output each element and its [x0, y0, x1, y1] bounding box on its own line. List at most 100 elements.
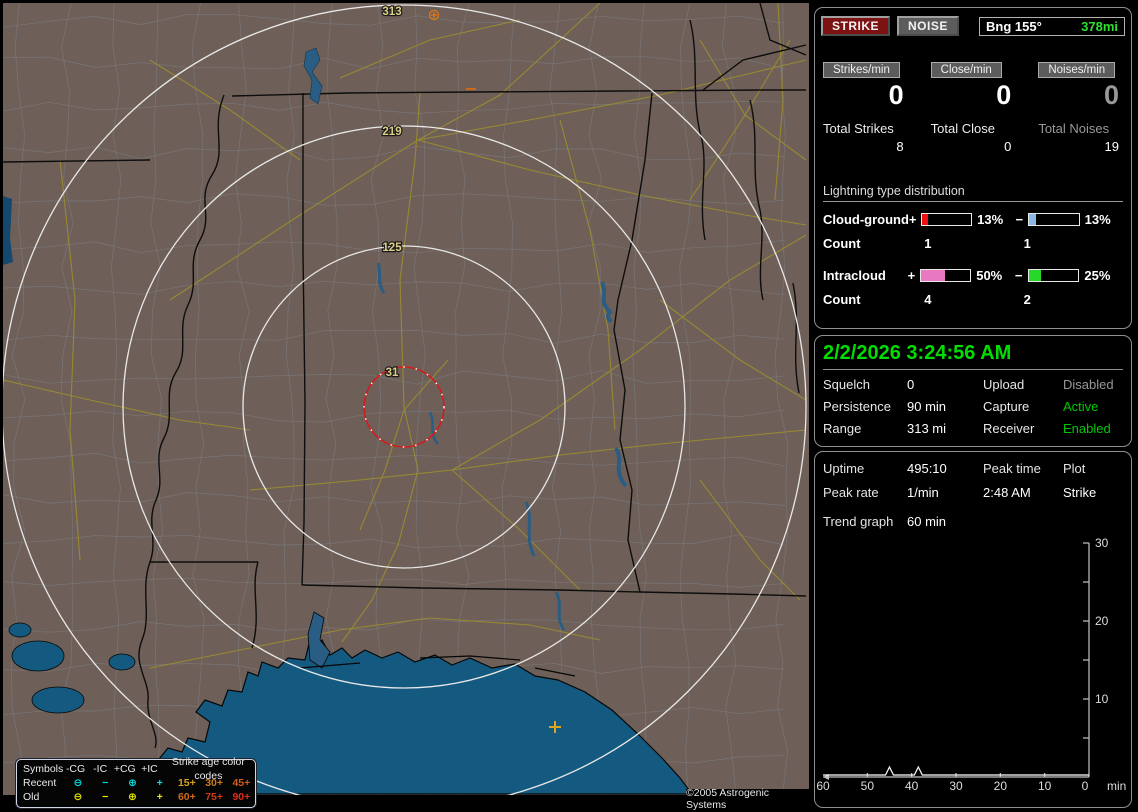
svg-text:10: 10	[1095, 692, 1109, 706]
strikes-per-min-button[interactable]: Strikes/min	[823, 62, 900, 78]
ic-negative-count: 2	[1023, 292, 1031, 307]
range-label: Range	[823, 421, 862, 436]
svg-text:20: 20	[994, 779, 1008, 793]
capture-status: Active	[1063, 399, 1099, 414]
total-close-value: 0	[1004, 139, 1012, 154]
squelch-label: Squelch	[823, 377, 870, 392]
strike-stats-panel: STRIKE NOISE Bng 155° 378mi Strikes/min …	[814, 7, 1132, 329]
map-area[interactable]: 313 219 125 31 Symbols -CG -IC +CG +IC S…	[3, 3, 812, 811]
noise-mode-button[interactable]: NOISE	[897, 16, 959, 36]
count-label: Count	[823, 236, 861, 251]
legend-header-ncg: -CG	[65, 763, 86, 775]
intracloud-count-row: Count 4 2	[823, 292, 1123, 307]
plot-label: Plot	[1063, 461, 1086, 476]
total-strikes-label: Total Strikes	[823, 121, 894, 136]
minus-sign: −	[1015, 212, 1024, 227]
capture-label: Capture	[983, 399, 1030, 414]
strike-mode-button[interactable]: STRIKE	[821, 16, 891, 36]
cloud-ground-row: Cloud-ground + 13% − 13%	[823, 212, 1123, 227]
age-45: 45+	[232, 777, 251, 789]
trend-graph-row: Trend graph 60 min	[823, 514, 1123, 529]
ring-label-219: 219	[382, 126, 401, 138]
status-row: Persistence 90 min Capture Active	[823, 399, 1123, 414]
bearing-distance: 378mi	[1081, 18, 1118, 34]
status-row: Squelch 0 Upload Disabled	[823, 377, 1123, 392]
lake	[11, 640, 65, 672]
cg-positive-bar	[920, 213, 973, 226]
persistence-label: Persistence	[823, 399, 891, 414]
intracloud-row: Intracloud + 50% − 25%	[823, 268, 1123, 283]
trend-graph-label: Trend graph	[823, 514, 894, 529]
cg-negative-bar	[1028, 213, 1080, 226]
svg-text:50: 50	[861, 779, 875, 793]
upload-label: Upload	[983, 377, 1025, 392]
cloud-ground-label: Cloud-ground	[823, 212, 909, 227]
age-30: 30+	[205, 777, 224, 789]
plus-sign: +	[907, 268, 916, 283]
legend-recent-row: Recent ⊖ − ⊕ + 15+ 30+ 45+	[23, 776, 255, 790]
legend-header-pcg: +CG	[113, 763, 136, 775]
legend-header-row: Symbols -CG -IC +CG +IC Strike age color…	[23, 756, 255, 782]
close-per-min-value: 0	[996, 80, 1012, 110]
mode-toolbar: STRIKE NOISE Bng 155° 378mi	[821, 16, 1125, 36]
svg-text:min: min	[1107, 779, 1126, 793]
recent-pic-icon: +	[156, 777, 163, 789]
receiver-status: Enabled	[1063, 421, 1111, 436]
trend-graph: 30 20 10 60 50 40 30 20 10 0 min	[816, 538, 1126, 793]
ic-positive-count: 4	[924, 292, 932, 307]
age-15: 15+	[177, 777, 196, 789]
legend-recent-label: Recent	[23, 777, 57, 789]
datetime-display: 2/2/2026 3:24:56 AM	[823, 342, 1123, 370]
svg-text:30: 30	[949, 779, 963, 793]
age-60: 60+	[177, 791, 196, 803]
squelch-value: 0	[907, 377, 915, 392]
peak-rate-label: Peak rate	[823, 485, 879, 500]
intracloud-label: Intracloud	[823, 268, 886, 283]
peak-rate-row: Peak rate 1/min 2:48 AM Strike	[823, 485, 1123, 500]
ring-label-125: 125	[382, 242, 402, 254]
legend-header-symbols: Symbols	[23, 763, 64, 775]
age-75: 75+	[205, 791, 224, 803]
uptime-row: Uptime 495:10 Peak time Plot	[823, 461, 1123, 476]
old-pcg-icon: ⊕	[128, 791, 137, 803]
age-90: 90+	[232, 791, 251, 803]
svg-text:0: 0	[1082, 779, 1089, 793]
minus-sign: −	[1014, 268, 1023, 283]
ic-positive-bar	[919, 269, 972, 282]
plot-value: Strike	[1063, 485, 1097, 500]
cg-negative-count: 1	[1023, 236, 1031, 251]
legend-old-row: Old ⊖ − ⊕ + 60+ 75+ 90+	[23, 790, 255, 804]
count-label: Count	[823, 292, 861, 307]
ring-label-313: 313	[382, 6, 401, 18]
app-window: 313 219 125 31 Symbols -CG -IC +CG +IC S…	[0, 0, 1138, 812]
legend-header-nic: -IC	[93, 763, 108, 775]
trend-panel: Uptime 495:10 Peak time Plot Peak rate 1…	[814, 451, 1132, 808]
map-canvas[interactable]: 313 219 125 31	[3, 3, 809, 795]
legend-old-label: Old	[23, 791, 40, 803]
recent-ncg-icon: ⊖	[73, 777, 83, 789]
bearing-readout: Bng 155° 378mi	[979, 16, 1125, 36]
cg-negative-pct: 13%	[1084, 212, 1111, 227]
peak-rate-value: 1/min	[907, 485, 939, 500]
total-noises-value: 19	[1104, 139, 1119, 154]
svg-text:40: 40	[905, 779, 919, 793]
strikes-per-min-value: 0	[888, 80, 904, 110]
noises-per-min-button[interactable]: Noises/min	[1038, 62, 1116, 78]
peak-time-value: 2:48 AM	[983, 485, 1031, 500]
close-per-min-button[interactable]: Close/min	[930, 62, 1002, 78]
legend-header-pic: +IC	[141, 763, 158, 775]
distribution-title: Lightning type distribution	[823, 184, 1123, 202]
persistence-value: 90 min	[907, 399, 947, 414]
lake	[8, 622, 32, 638]
total-strikes-value: 8	[896, 139, 904, 154]
svg-text:10: 10	[1038, 779, 1052, 793]
cg-positive-count: 1	[924, 236, 932, 251]
bearing-value: Bng 155°	[986, 18, 1042, 34]
total-noises-label: Total Noises	[1038, 121, 1110, 136]
ic-negative-pct: 25%	[1084, 268, 1111, 283]
old-ncg-icon: ⊖	[73, 791, 83, 803]
upload-status: Disabled	[1063, 377, 1114, 392]
recent-nic-icon: −	[102, 777, 109, 789]
lake	[31, 686, 85, 714]
copyright-text: ©2005 Astrogenic Systems	[686, 787, 812, 811]
